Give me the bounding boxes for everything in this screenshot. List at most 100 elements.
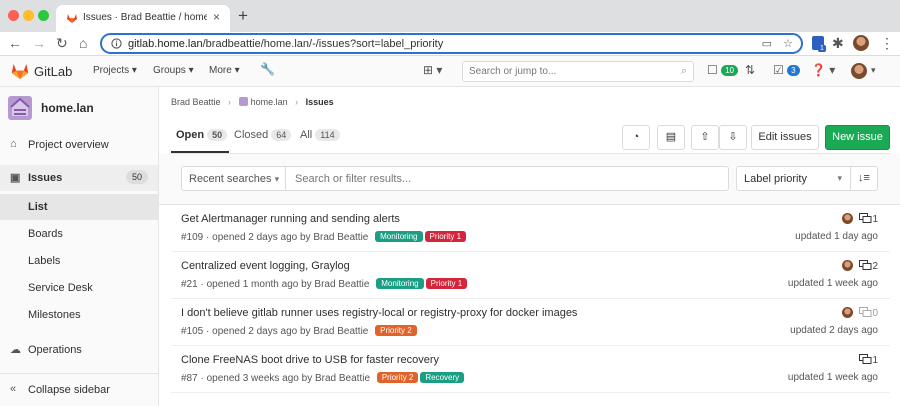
merge-requests-icon[interactable]: ⇅ (745, 63, 755, 77)
sort-dropdown[interactable]: Label priority ▾ (736, 166, 851, 191)
browser-profile-avatar[interactable] (853, 35, 869, 51)
comments-icon (859, 213, 872, 223)
filter-search-input[interactable]: Search or filter results... (285, 166, 729, 191)
projects-menu[interactable]: Projects ▾ (93, 65, 137, 76)
sidebar-item-label: List (28, 201, 48, 213)
maximize-window-button[interactable] (38, 10, 49, 21)
url-host: gitlab.home.lan (128, 38, 203, 50)
todos-icon[interactable]: ☐ 10 (707, 63, 738, 77)
sidebar-item-service-desk[interactable]: Service Desk (0, 275, 158, 301)
sidebar-divider (0, 373, 158, 374)
calendar-button[interactable]: ▤ (657, 125, 685, 150)
breadcrumb-current: Issues (305, 97, 334, 107)
import-icon: ⇩ (728, 131, 738, 143)
sidebar-item-labels[interactable]: Labels (0, 248, 158, 274)
label-badge[interactable]: Monitoring (376, 278, 424, 289)
sort-value: Label priority (744, 173, 807, 185)
label-badge[interactable]: Priority 1 (424, 231, 467, 242)
label-badge[interactable]: Priority 2 (376, 372, 419, 383)
sidebar-item-boards[interactable]: Boards (0, 221, 158, 247)
info-icon (111, 38, 122, 49)
bookmark-star-icon[interactable]: ☆ (783, 37, 793, 50)
groups-menu[interactable]: Groups ▾ (153, 65, 194, 76)
label-badge[interactable]: Monitoring (375, 231, 423, 242)
sidebar-item-label: Service Desk (28, 282, 93, 294)
browser-tab[interactable]: Issues · Brad Beattie / home.lan · GitLa… (56, 5, 230, 32)
filter-placeholder: Search or filter results... (295, 173, 412, 185)
breadcrumb: Brad Beattie › home.lan › Issues (171, 97, 334, 107)
sidebar-item-operations[interactable]: ☁ Operations (0, 337, 158, 363)
issue-row[interactable]: I don't believe gitlab runner uses regis… (171, 299, 890, 346)
sidebar-item-issues[interactable]: ▣ Issues 50 (0, 165, 158, 191)
tab-all[interactable]: All 114 (300, 129, 340, 141)
issue-row[interactable]: Centralized event logging, Graylog #21 ·… (171, 252, 890, 299)
reload-icon[interactable]: ↻ (56, 35, 68, 51)
home-icon[interactable]: ⌂ (79, 35, 87, 51)
project-name[interactable]: home.lan (41, 101, 94, 115)
export-button[interactable]: ⇧ (691, 125, 719, 150)
issue-updated: updated 1 week ago (787, 372, 878, 383)
label-badge[interactable]: Priority 1 (425, 278, 468, 289)
label-badge[interactable]: Recovery (420, 372, 465, 383)
tab-closed[interactable]: Closed 64 (234, 129, 292, 141)
assignee-avatar[interactable] (842, 307, 854, 318)
sort-direction-button[interactable]: ↓≡ (850, 166, 878, 191)
new-plus-icon[interactable]: ⊞ ▾ (423, 63, 442, 77)
collapse-sidebar-button[interactable]: « Collapse sidebar (0, 377, 158, 403)
comments-icon (859, 354, 872, 364)
cast-icon[interactable]: ▭ (762, 37, 772, 50)
user-avatar[interactable] (851, 63, 867, 79)
filter-bar: Recent searches ▾ Search or filter resul… (159, 154, 900, 205)
minimize-window-button[interactable] (23, 10, 34, 21)
user-menu-chevron-icon[interactable]: ▾ (871, 65, 876, 76)
admin-wrench-icon[interactable]: 🔧 (260, 62, 275, 76)
gitlab-logo-icon[interactable] (11, 63, 29, 80)
search-input[interactable]: Search or jump to... ⌕ (462, 61, 694, 82)
recent-searches-dropdown[interactable]: Recent searches ▾ (181, 166, 286, 191)
close-tab-icon[interactable]: × (213, 10, 220, 24)
breadcrumb-owner[interactable]: Brad Beattie (171, 97, 221, 107)
sidebar-item-project-overview[interactable]: ⌂ Project overview (0, 132, 158, 158)
back-icon[interactable]: ← (8, 35, 22, 51)
assignee-avatar[interactable] (842, 213, 854, 224)
issue-row[interactable]: Get Alertmanager running and sending ale… (171, 205, 890, 252)
gitlab-brand-name[interactable]: GitLab (34, 64, 72, 79)
help-icon[interactable]: ❓ ▾ (811, 63, 835, 77)
comments-count: 2 (872, 261, 878, 272)
puzzle-extensions-icon[interactable]: ✱ (832, 35, 844, 51)
project-avatar[interactable] (8, 96, 32, 120)
import-button[interactable]: ⇩ (719, 125, 747, 150)
comments-count: 0 (872, 308, 878, 319)
home-icon: ⌂ (10, 138, 17, 150)
close-window-button[interactable] (8, 10, 19, 21)
comments-icon (859, 260, 872, 270)
forward-icon[interactable]: → (32, 35, 46, 51)
address-bar[interactable]: gitlab.home.lan/bradbeattie/home.lan/-/i… (100, 33, 803, 54)
tab-open[interactable]: Open 50 (176, 129, 228, 141)
export-icon: ⇧ (700, 131, 710, 143)
issue-title[interactable]: Get Alertmanager running and sending ale… (181, 213, 400, 225)
issue-title[interactable]: Centralized event logging, Graylog (181, 260, 350, 272)
new-issue-button[interactable]: New issue (825, 125, 890, 150)
active-tab-underline (171, 151, 229, 153)
issue-updated: updated 1 day ago (795, 231, 878, 242)
sidebar-item-list[interactable]: List (0, 194, 158, 220)
label-badge[interactable]: Priority 2 (375, 325, 417, 336)
issues-header-icon[interactable]: ☑ 3 (773, 63, 800, 77)
more-menu[interactable]: More ▾ (209, 65, 240, 76)
groups-menu-label: Groups (153, 65, 186, 76)
issue-row[interactable]: Clone FreeNAS boot drive to USB for fast… (171, 346, 890, 393)
assignee-avatar[interactable] (842, 260, 854, 271)
issue-title[interactable]: I don't believe gitlab runner uses regis… (181, 307, 577, 319)
edit-issues-button[interactable]: Edit issues (751, 125, 819, 150)
gitlab-favicon-icon (67, 14, 77, 23)
issue-title[interactable]: Clone FreeNAS boot drive to USB for fast… (181, 354, 439, 366)
sidebar-item-label: Issues (28, 172, 63, 184)
sidebar-item-milestones[interactable]: Milestones (0, 302, 158, 328)
breadcrumb-project[interactable]: home.lan (251, 97, 288, 107)
project-sidebar: home.lan ⌂ Project overview ▣ Issues 50 … (0, 87, 159, 406)
new-tab-icon[interactable]: + (238, 6, 248, 26)
browser-menu-icon[interactable]: ⋮ (880, 35, 894, 51)
rss-button[interactable]: ◔ (622, 125, 650, 150)
issue-meta: #105 · opened 2 days ago by Brad Beattie (181, 326, 369, 337)
